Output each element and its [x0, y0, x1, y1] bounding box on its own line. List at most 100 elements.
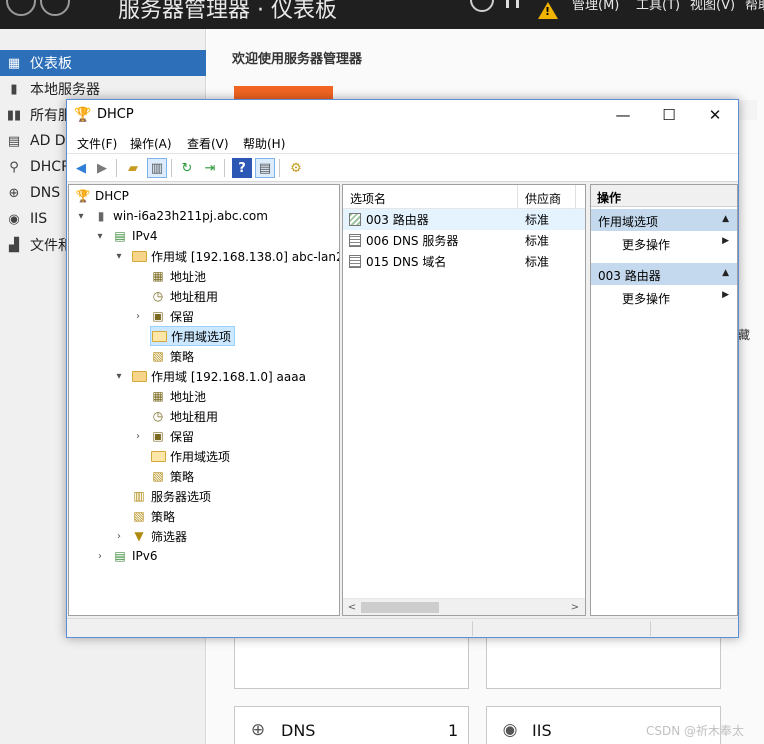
tree-item-label: 策略	[170, 469, 195, 484]
tree-item-label: win-i6a23h211pj.abc.com	[113, 209, 268, 223]
refresh-icon[interactable]: ↻	[177, 158, 197, 178]
server-manager-title: 服务器管理器 · 仪表板	[118, 0, 337, 23]
list-header: 选项名 供应商	[343, 185, 585, 209]
close-button[interactable]: ✕	[692, 100, 738, 130]
policy-icon: ▧	[152, 349, 164, 363]
folder-icon	[131, 248, 147, 264]
option-name: 015 DNS 域名	[366, 255, 447, 269]
flag-icon[interactable]	[516, 0, 519, 8]
collapse-up-icon[interactable]: ▲	[722, 268, 729, 278]
menu-manage[interactable]: 管理(M)	[572, 0, 619, 13]
tree-item[interactable]: ▾ ▤ IPv4	[94, 226, 157, 246]
tree-item[interactable]: 作用域选项	[132, 326, 236, 346]
dhcp-toolbar: ◀ ▶ ▰ ▥ ↻ ⇥ ? ▤ ⚙	[67, 154, 738, 182]
action-item-label: 更多操作	[622, 238, 671, 252]
action-more-actions[interactable]: 更多操作 ▶	[591, 232, 737, 254]
show-hide-tree-icon[interactable]: ▥	[147, 158, 167, 178]
tree-item-label: 作用域选项	[170, 449, 231, 464]
chevron-down-icon[interactable]: ▾	[113, 251, 125, 262]
chevron-right-icon[interactable]: ›	[132, 311, 144, 322]
minimize-button[interactable]: —	[600, 100, 646, 130]
scrollbar-thumb[interactable]	[361, 602, 439, 613]
option-name: 006 DNS 服务器	[366, 234, 459, 248]
chevron-down-icon[interactable]: ▾	[94, 231, 106, 242]
tree-item[interactable]: ▾ ▮ win-i6a23h211pj.abc.com	[75, 206, 268, 226]
show-action-pane-icon[interactable]: ▤	[255, 158, 275, 178]
chevron-down-icon[interactable]: ▾	[113, 371, 125, 382]
back-arrow-icon[interactable]: ◀	[71, 158, 91, 178]
forward-arrow-icon[interactable]: ▶	[92, 158, 112, 178]
chevron-down-icon[interactable]: ▾	[75, 211, 87, 222]
scroll-right-icon[interactable]: >	[567, 600, 583, 615]
tree-item[interactable]: › ▣ 保留	[132, 426, 194, 446]
tree-item[interactable]: ▧ 策略	[132, 346, 194, 366]
quick-start-tile[interactable]	[234, 86, 333, 100]
menu-action[interactable]: 操作(A)	[130, 135, 172, 152]
dhcp-menubar: 文件(F) 操作(A) 查看(V) 帮助(H)	[67, 130, 738, 154]
warning-mark: !	[545, 5, 551, 18]
tree-item[interactable]: 作用域选项	[132, 446, 230, 466]
tree-item[interactable]: › ▤ IPv6	[94, 546, 158, 566]
tree-item[interactable]: ▧ 策略	[132, 466, 194, 486]
chevron-right-icon[interactable]: ›	[132, 431, 144, 442]
tree-item[interactable]: › ▣ 保留	[132, 306, 194, 326]
forward-nav-icon[interactable]	[40, 0, 70, 16]
submenu-arrow-icon: ▶	[722, 236, 729, 246]
tree-item-label: 策略	[151, 509, 176, 524]
tree-item-label: 筛选器	[151, 529, 188, 544]
option-vendor: 标准	[525, 234, 550, 248]
menu-view[interactable]: 查看(V)	[187, 135, 229, 152]
menu-help[interactable]: 帮助(H)	[243, 135, 285, 152]
tree-item[interactable]: 🏆 DHCP	[75, 186, 129, 206]
action-more-actions[interactable]: 更多操作 ▶	[591, 286, 737, 308]
action-section-router[interactable]: 003 路由器 ▲	[591, 263, 737, 285]
tree-item[interactable]: ◷ 地址租用	[132, 406, 218, 426]
list-item[interactable]: 006 DNS 服务器 标准	[343, 230, 585, 251]
list-item[interactable]: 015 DNS 域名 标准	[343, 251, 585, 272]
dhcp-window: 🏆 DHCP — ☐ ✕ 文件(F) 操作(A) 查看(V) 帮助(H) ◀ ▶…	[66, 99, 739, 638]
iis-icon: ◉	[502, 720, 518, 740]
dhcp-titlebar[interactable]: 🏆 DHCP — ☐ ✕	[67, 100, 738, 130]
action-pane: 操作 作用域选项 ▲ 更多操作 ▶ 003 路由器 ▲ 更多操作 ▶	[590, 184, 738, 616]
role-tile-dns[interactable]	[234, 706, 469, 744]
tree-item[interactable]: ▦ 地址池	[132, 266, 206, 286]
dns-icon: ⊕	[8, 185, 20, 201]
action-section-scope-options[interactable]: 作用域选项 ▲	[591, 209, 737, 231]
tree-item[interactable]: › ▼ 筛选器	[113, 526, 187, 546]
column-header-vendor[interactable]: 供应商	[525, 190, 561, 207]
dhcp-trophy-icon: 🏆	[74, 107, 92, 123]
maximize-button[interactable]: ☐	[646, 100, 692, 130]
back-nav-icon[interactable]	[6, 0, 36, 16]
help-icon[interactable]: ?	[232, 158, 252, 178]
refresh-icon[interactable]	[470, 0, 494, 12]
tree-item[interactable]: ◷ 地址租用	[132, 286, 218, 306]
menu-help[interactable]: 帮助	[745, 0, 764, 13]
list-item[interactable]: 003 路由器 标准	[343, 209, 585, 230]
configure-options-icon[interactable]: ⚙	[286, 158, 306, 178]
sidebar-item-dashboard[interactable]: ▦ 仪表板	[0, 50, 206, 76]
collapse-up-icon[interactable]: ▲	[722, 214, 729, 224]
role-tile-top-right[interactable]	[486, 636, 721, 689]
tree-item[interactable]: ▾ 作用域 [192.168.138.0] abc-lan2	[113, 246, 339, 266]
chevron-right-icon[interactable]: ›	[94, 551, 106, 562]
selected-tree-item[interactable]: 作用域选项	[150, 326, 236, 346]
chevron-right-icon[interactable]: ›	[113, 531, 125, 542]
tile-count: 1	[448, 721, 459, 740]
tree-item[interactable]: ▥ 服务器选项	[113, 486, 211, 506]
options-list: 选项名 供应商 003 路由器 标准 006 DNS 服务器 标准 015 DN…	[342, 184, 586, 616]
iis-icon: ◉	[8, 211, 20, 227]
tree-item[interactable]: ▦ 地址池	[132, 386, 206, 406]
menu-view[interactable]: 视图(V)	[690, 0, 735, 13]
up-folder-icon[interactable]: ▰	[123, 158, 143, 178]
role-tile-top-left[interactable]	[234, 636, 469, 689]
export-list-icon[interactable]: ⇥	[200, 158, 220, 178]
menu-tools[interactable]: 工具(T)	[636, 0, 680, 13]
menu-file[interactable]: 文件(F)	[77, 135, 117, 152]
scroll-left-icon[interactable]: <	[344, 600, 360, 615]
column-header-option-name[interactable]: 选项名	[350, 190, 386, 207]
tree-item[interactable]: ▧ 策略	[113, 506, 175, 526]
column-divider[interactable]	[517, 185, 518, 209]
tree-item[interactable]: ▾ 作用域 [192.168.1.0] aaaa	[113, 366, 305, 386]
column-divider[interactable]	[575, 185, 576, 209]
horizontal-scrollbar[interactable]: < >	[343, 598, 585, 615]
